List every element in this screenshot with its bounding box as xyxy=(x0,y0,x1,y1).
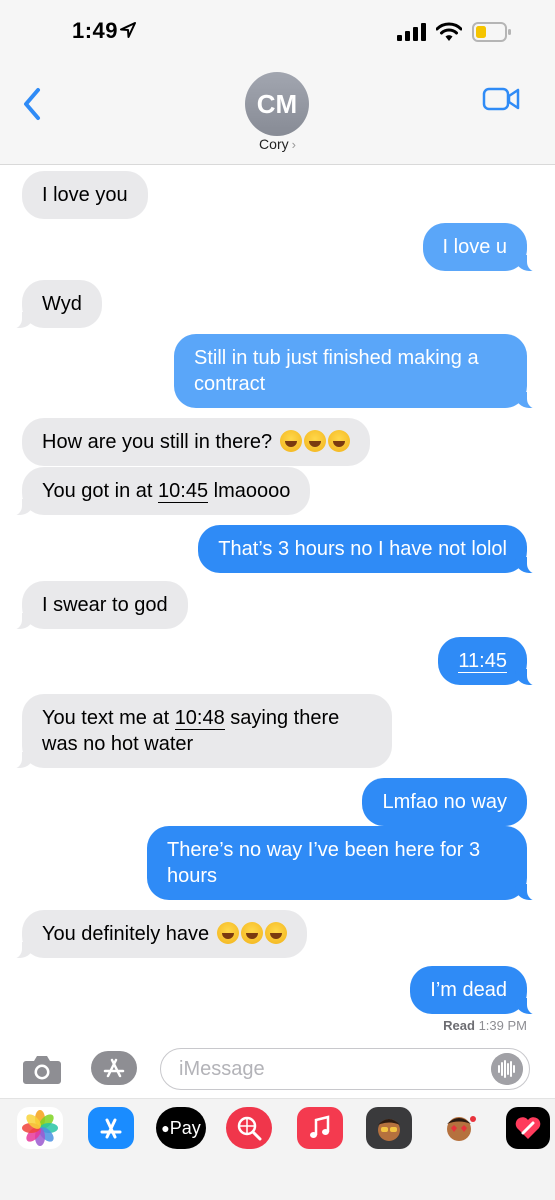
app-store-app-icon[interactable] xyxy=(88,1107,134,1149)
message-bubble-sent[interactable]: That’s 3 hours no I have not lolol xyxy=(198,525,541,574)
memoji-app-icon[interactable] xyxy=(366,1107,412,1149)
read-label: Read xyxy=(443,1018,475,1033)
tears-of-joy-emoji-icon xyxy=(215,922,287,945)
digital-touch-app-icon[interactable] xyxy=(506,1107,550,1149)
wifi-icon xyxy=(436,22,462,41)
apple-pay-label: Pay xyxy=(169,1117,201,1138)
tears-of-joy-emoji-icon xyxy=(278,430,350,453)
imessage-input[interactable]: iMessage xyxy=(160,1048,530,1090)
battery-icon xyxy=(472,22,511,42)
detected-time-link[interactable]: 11:45 xyxy=(458,650,507,673)
contact-avatar[interactable]: CM xyxy=(245,72,309,136)
status-time: 1:49 xyxy=(72,18,119,43)
detected-time-link[interactable]: 10:48 xyxy=(174,707,225,730)
message-text-prefix: You got in at xyxy=(42,480,159,502)
message-text: I swear to god xyxy=(42,594,168,616)
message-text: Still in tub just finished making a cont… xyxy=(194,347,479,395)
message-bubble-sent[interactable]: Still in tub just finished making a cont… xyxy=(174,334,541,409)
message-thread: I love you I love u Wyd Still in tub jus… xyxy=(0,165,555,1035)
message-bubble-received[interactable]: Wyd xyxy=(8,280,102,329)
app-store-button-icon[interactable] xyxy=(90,1050,138,1086)
message-text: You definitely have xyxy=(42,923,210,945)
music-app-icon[interactable] xyxy=(297,1107,343,1149)
apple-pay-app-icon[interactable]: ● Pay xyxy=(156,1107,206,1149)
message-bubble-received[interactable]: You got in at 10:45 lmaoooo xyxy=(7,467,311,516)
message-bubble-received[interactable]: You text me at 10:48 saying there was no… xyxy=(8,694,392,769)
message-bubble-received[interactable]: How are you still in there? xyxy=(22,418,370,466)
detected-time-link[interactable]: 10:45 xyxy=(158,480,209,503)
contact-name-row[interactable]: Cory › xyxy=(0,136,555,152)
message-text: How are you still in there? xyxy=(42,431,273,453)
home-indicator-area xyxy=(0,1158,555,1200)
contact-name: Cory xyxy=(259,136,289,152)
camera-icon[interactable] xyxy=(22,1053,62,1085)
read-receipt: Read 1:39 PM xyxy=(443,1018,527,1033)
read-time: 1:39 PM xyxy=(478,1018,527,1033)
photos-app-icon[interactable] xyxy=(17,1107,63,1149)
message-text: Lmfao no way xyxy=(382,791,507,813)
app-drawer: ● Pay xyxy=(0,1098,555,1159)
message-text: I love u xyxy=(442,236,507,258)
message-bubble-received[interactable]: I swear to god xyxy=(8,581,188,630)
conversation-header: CM Cory › xyxy=(0,60,555,165)
message-text-suffix: lmaoooo xyxy=(208,480,291,502)
status-bar: 1:49 xyxy=(0,0,555,60)
message-text: I’m dead xyxy=(430,979,507,1001)
message-bubble-sent[interactable]: There’s no way I’ve been here for 3 hour… xyxy=(147,826,541,901)
message-bubble-sent[interactable]: Lmfao no way xyxy=(362,778,527,826)
message-text: Wyd xyxy=(42,293,82,315)
cellular-signal-icon xyxy=(397,23,426,41)
imessage-placeholder: iMessage xyxy=(179,1058,265,1080)
message-bubble-sent[interactable]: 11:45 xyxy=(438,637,541,686)
audio-waveform-icon[interactable] xyxy=(491,1053,523,1085)
message-composer: iMessage xyxy=(0,1040,555,1096)
image-search-app-icon[interactable] xyxy=(226,1107,272,1149)
chevron-right-icon: › xyxy=(291,137,296,152)
location-arrow-icon xyxy=(120,22,136,38)
facetime-video-icon[interactable] xyxy=(482,84,520,114)
message-text: I love you xyxy=(42,184,128,206)
message-text: There’s no way I’ve been here for 3 hour… xyxy=(167,839,481,887)
message-text: That’s 3 hours no I have not lolol xyxy=(218,538,507,560)
memoji-stickers-app-icon[interactable] xyxy=(436,1107,482,1149)
message-bubble-sent[interactable]: I love u xyxy=(422,223,542,272)
message-bubble-sent[interactable]: I’m dead xyxy=(410,966,541,1015)
message-text-prefix: You text me at xyxy=(42,707,175,729)
message-bubble-received[interactable]: You definitely have xyxy=(8,910,307,959)
message-bubble-received[interactable]: I love you xyxy=(22,171,148,219)
back-chevron-icon[interactable] xyxy=(18,84,48,124)
apple-logo-icon: ● xyxy=(161,1120,170,1136)
